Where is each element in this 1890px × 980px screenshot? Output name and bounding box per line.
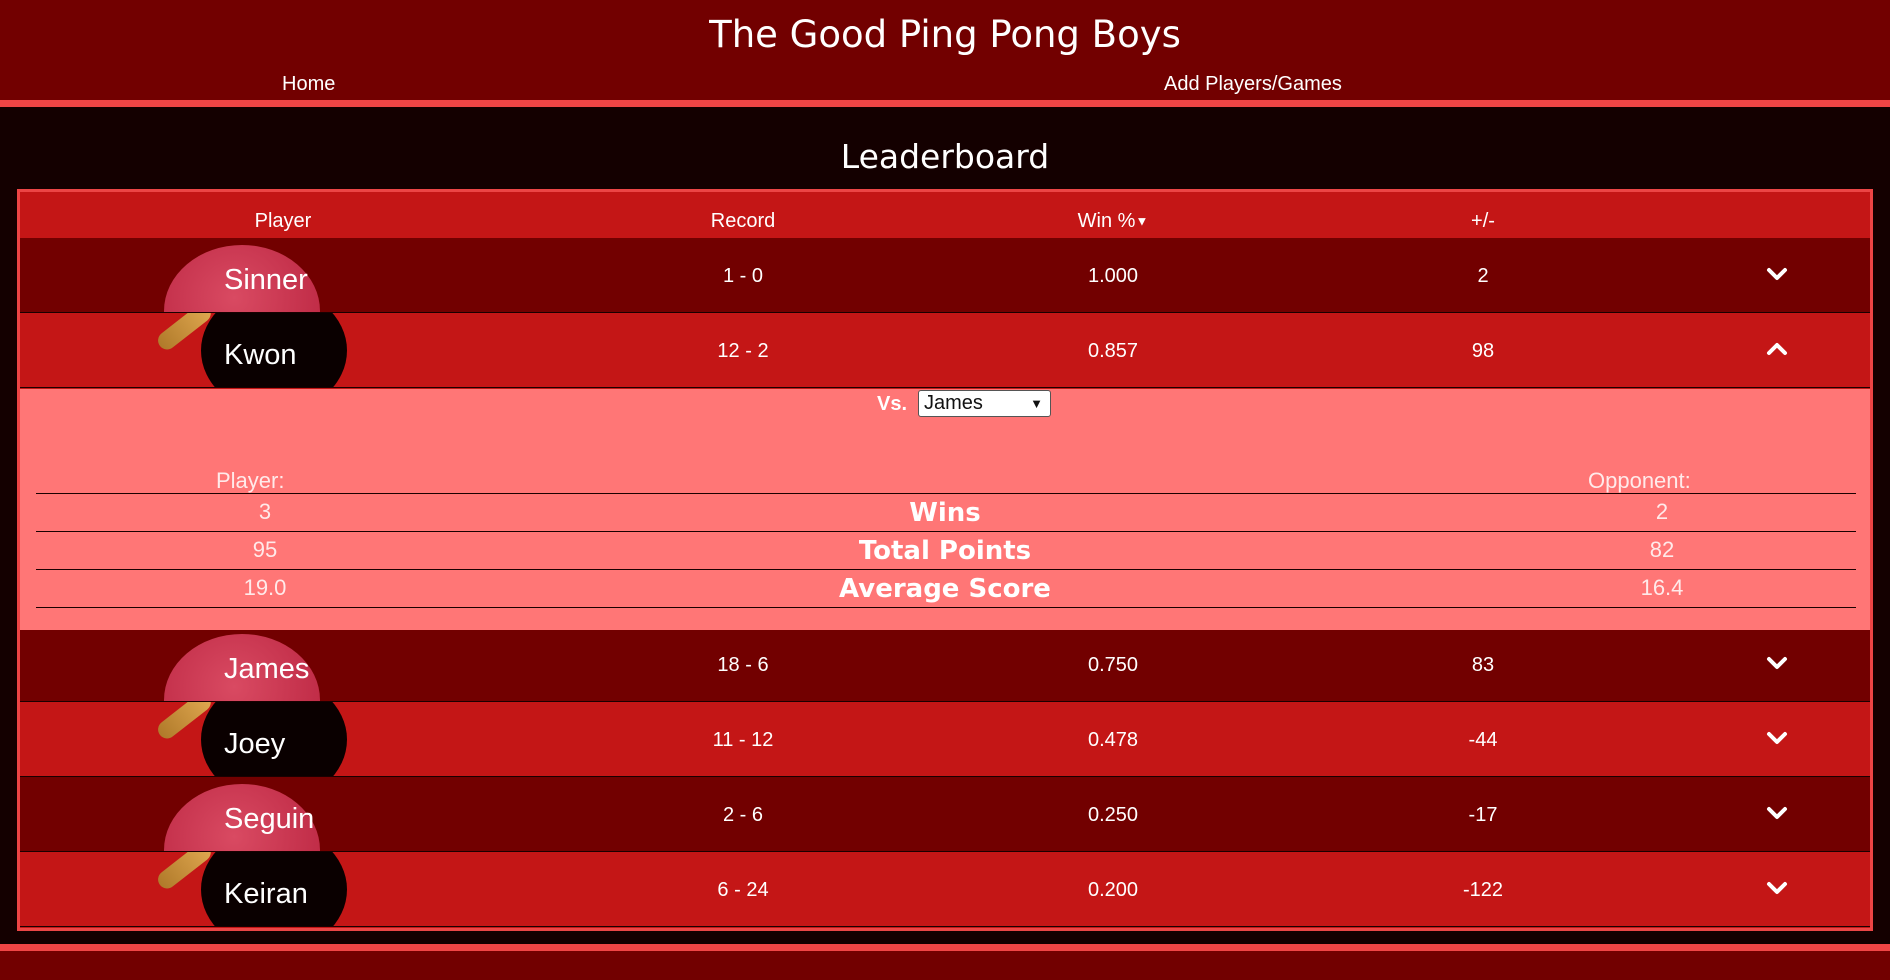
player-win-pct: 1.000 <box>1087 265 1139 287</box>
player-record: 6 - 24 <box>717 879 769 901</box>
stats-divider <box>36 493 1856 494</box>
site-header: The Good Ping Pong Boys Home Add Players… <box>0 0 1890 100</box>
opponent-select-value: James <box>924 392 983 414</box>
column-header-record-label: Record <box>710 210 776 232</box>
stat-name: Average Score <box>839 574 1051 604</box>
opponent-stat-value: 16.4 <box>1640 575 1684 600</box>
stats-divider <box>36 607 1856 608</box>
column-header-win-pct-label: Win % <box>1077 210 1136 232</box>
page-title: Leaderboard <box>840 137 1050 176</box>
table-row[interactable]: James 18 - 6 0.750 83 <box>20 627 1870 702</box>
stat-name: Wins <box>909 498 981 528</box>
head-to-head-panel: Vs. James ▼ Player: Opponent: 3 Wins 2 95 To… <box>20 389 1870 630</box>
chevron-up-icon[interactable] <box>1759 331 1795 367</box>
chevron-down-icon[interactable] <box>1759 795 1795 831</box>
player-record: 11 - 12 <box>712 729 774 751</box>
player-plus-minus: 83 <box>1471 654 1495 676</box>
opponent-stat-value: 2 <box>1655 499 1669 524</box>
player-stat-value: 3 <box>258 499 272 524</box>
opponent-stat-value: 82 <box>1649 537 1675 562</box>
chevron-down-icon[interactable] <box>1759 720 1795 756</box>
player-win-pct: 0.478 <box>1087 729 1139 751</box>
column-header-plus-minus[interactable]: +/- <box>1383 209 1583 233</box>
player-name: Joey <box>224 728 286 760</box>
chevron-down-icon[interactable] <box>1759 645 1795 681</box>
player-record: 1 - 0 <box>722 265 764 287</box>
stats-divider <box>36 569 1856 570</box>
leaderboard-table: Player Record Win %▼ +/- Sinner 1 - 0 1.00… <box>17 189 1873 931</box>
player-win-pct: 0.857 <box>1087 340 1139 362</box>
player-record: 2 - 6 <box>722 804 764 826</box>
player-name: Seguin <box>224 803 315 835</box>
opponent-select[interactable]: James ▼ <box>918 390 1051 417</box>
player-plus-minus: 98 <box>1471 340 1495 362</box>
opponent-label: Opponent: <box>1588 468 1691 493</box>
player-name: Sinner <box>224 264 308 296</box>
player-plus-minus: 2 <box>1477 265 1489 287</box>
player-plus-minus: -44 <box>1468 729 1498 751</box>
site-footer <box>0 951 1890 980</box>
stat-name: Total Points <box>858 536 1032 566</box>
table-row[interactable]: Keiran 6 - 24 0.200 -122 <box>20 852 1870 927</box>
player-record: 12 - 2 <box>717 340 769 362</box>
player-name: Keiran <box>224 878 308 910</box>
dropdown-arrow-icon: ▼ <box>1030 396 1043 411</box>
caret-down-icon: ▼ <box>1135 213 1149 229</box>
column-header-player-label: Player <box>254 210 312 232</box>
nav-home-link[interactable]: Home <box>282 72 335 96</box>
player-plus-minus: -17 <box>1468 804 1498 826</box>
player-name: Kwon <box>224 339 297 371</box>
stats-divider <box>36 531 1856 532</box>
player-plus-minus: -122 <box>1462 879 1504 901</box>
site-title: The Good Ping Pong Boys <box>709 13 1181 56</box>
chevron-down-icon[interactable] <box>1759 870 1795 906</box>
player-name: James <box>224 653 310 685</box>
column-header-record[interactable]: Record <box>643 209 843 233</box>
player-label: Player: <box>216 468 285 493</box>
table-row[interactable]: Kwon 12 - 2 0.857 98 <box>20 313 1870 388</box>
player-stat-value: 95 <box>252 537 278 562</box>
table-row[interactable]: Sinner 1 - 0 1.000 2 <box>20 238 1870 313</box>
column-header-player[interactable]: Player <box>183 209 383 233</box>
nav-add-players-games-link[interactable]: Add Players/Games <box>1164 72 1342 96</box>
player-stat-value: 19.0 <box>243 575 287 600</box>
column-header-plus-minus-label: +/- <box>1471 210 1495 232</box>
player-win-pct: 0.200 <box>1087 879 1139 901</box>
column-header-win-pct[interactable]: Win %▼ <box>1013 209 1213 234</box>
player-win-pct: 0.750 <box>1087 654 1139 676</box>
chevron-down-icon[interactable] <box>1759 256 1795 292</box>
footer-divider <box>0 944 1890 951</box>
player-record: 18 - 6 <box>717 654 769 676</box>
table-row[interactable]: Seguin 2 - 6 0.250 -17 <box>20 777 1870 852</box>
table-header-row: Player Record Win %▼ +/- <box>20 192 1870 238</box>
table-row[interactable]: Joey 11 - 12 0.478 -44 <box>20 702 1870 777</box>
vs-label: Vs. <box>877 393 908 415</box>
header-divider <box>0 100 1890 107</box>
player-win-pct: 0.250 <box>1087 804 1139 826</box>
